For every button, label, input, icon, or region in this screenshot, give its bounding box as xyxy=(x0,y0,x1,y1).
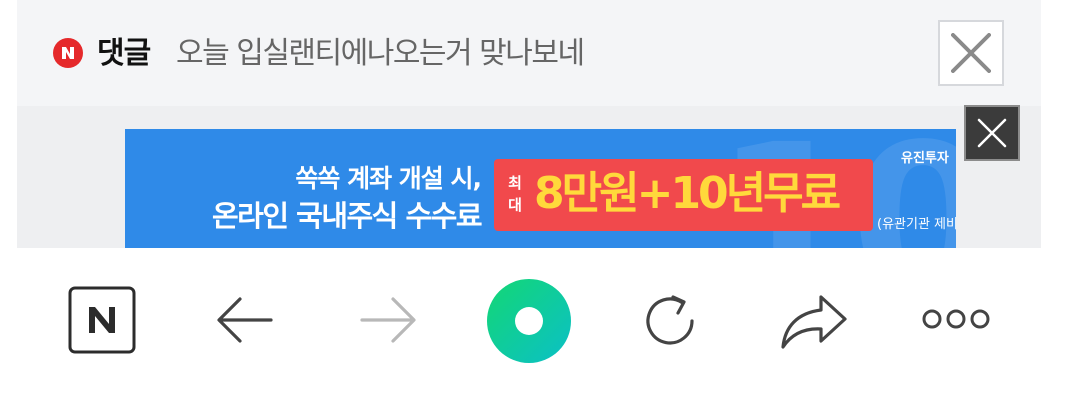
more-dots-icon xyxy=(922,309,990,329)
arrow-left-icon xyxy=(217,297,273,343)
ad-headline-2: 온라인 국내주식 수수료 xyxy=(212,199,483,233)
comment-close-button[interactable] xyxy=(938,20,1004,86)
back-button[interactable] xyxy=(212,290,278,350)
ad-close-button[interactable] xyxy=(964,105,1020,161)
forward-button[interactable] xyxy=(355,290,421,350)
ad-promo-box: 최 대 8만원+10년무료 xyxy=(494,159,873,231)
share-button[interactable] xyxy=(778,288,850,354)
more-button[interactable] xyxy=(919,302,993,336)
arrow-right-icon xyxy=(360,297,416,343)
share-arrow-icon xyxy=(781,295,847,349)
naver-badge-icon xyxy=(53,38,83,68)
ad-prefix-1: 최 xyxy=(508,174,522,192)
close-icon xyxy=(977,118,1007,148)
naver-home-button[interactable] xyxy=(66,284,138,356)
reload-button[interactable] xyxy=(636,288,704,354)
ad-promo-prefix: 최 대 xyxy=(503,172,527,216)
ad-prefix-2: 대 xyxy=(508,196,522,214)
n-letter-icon xyxy=(62,47,74,59)
ad-offer-text: 8만원+10년무료 xyxy=(534,168,841,219)
ad-banner[interactable]: 10 쏙쏙 계좌 개설 시, 온라인 국내주식 수수료 최 대 8만원+10년무… xyxy=(125,129,956,248)
reload-icon xyxy=(646,295,694,345)
ad-headline-1: 쏙쏙 계좌 개설 시, xyxy=(295,164,482,193)
close-icon xyxy=(951,33,991,73)
comment-label: 댓글 xyxy=(97,36,151,71)
comment-preview-text[interactable]: 오늘 입실랜티에나오는거 맞나보네 xyxy=(176,32,585,76)
green-circle-button[interactable] xyxy=(484,276,574,366)
ad-disclaimer: (유관기관 제비 xyxy=(877,217,956,232)
ad-brand: 유진투자 xyxy=(901,151,949,166)
naver-n-icon xyxy=(68,286,136,354)
green-circle-icon xyxy=(487,279,571,363)
